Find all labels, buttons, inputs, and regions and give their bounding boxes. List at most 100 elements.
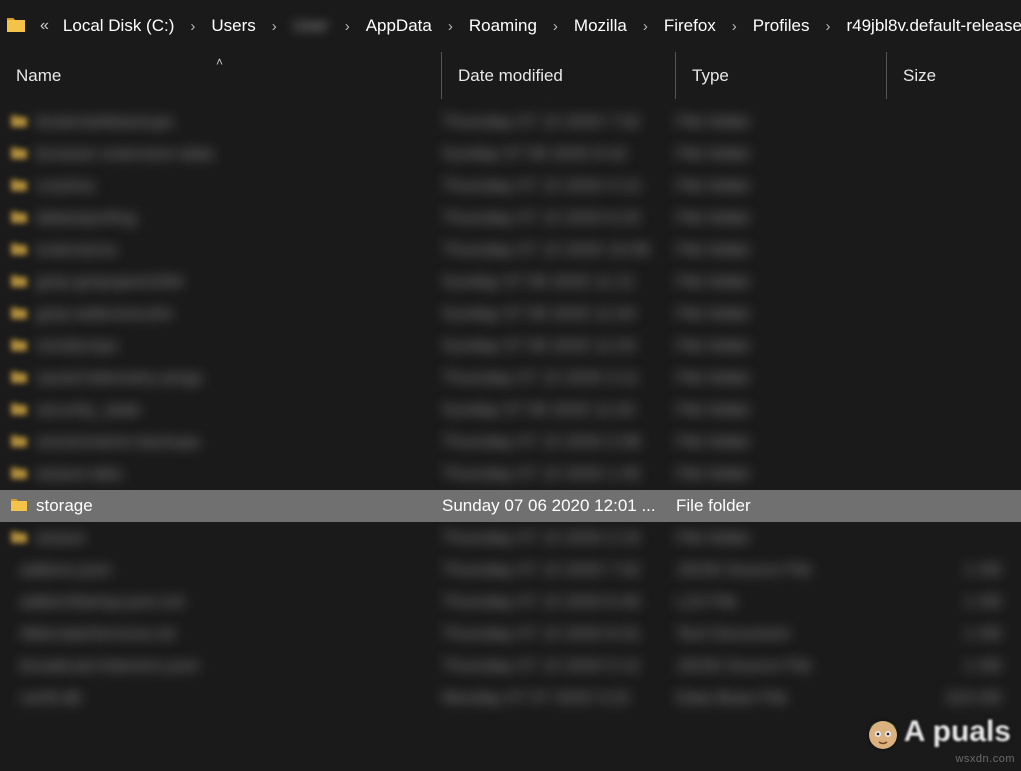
file-date: Thursday 07 13 2020 7:52 [442, 112, 676, 132]
file-row[interactable]: sessionstore-backupsThursday 07 13 2020 … [0, 426, 1021, 458]
cell-name: minidumps [10, 336, 442, 357]
folder-icon [10, 368, 36, 389]
file-date: Monday 07 07 2020 3:22 [442, 688, 676, 708]
file-size: 1 KB [887, 624, 1021, 644]
column-header-name-label: Name [16, 66, 61, 86]
file-type: File folder [676, 528, 887, 548]
file-type: File folder [676, 336, 887, 356]
file-row[interactable]: broadcast-listeners.jsonThursday 07 13 2… [0, 650, 1021, 682]
mascot-icon [862, 711, 904, 753]
breadcrumb-item-firefox[interactable]: Firefox [660, 16, 720, 36]
file-type: File folder [676, 496, 887, 516]
folder-icon [6, 15, 30, 38]
breadcrumb-item-roaming[interactable]: Roaming [465, 16, 541, 36]
chevron-right-icon[interactable]: › [260, 18, 289, 35]
file-row[interactable]: storage Sunday 07 06 2020 12:01 ...File f… [0, 490, 1021, 522]
file-row[interactable]: addonStartup.json.lz4 Thursday 07 13 2020… [0, 586, 1021, 618]
file-row[interactable]: bookmarkbackupsThursday 07 13 2020 7:52F… [0, 106, 1021, 138]
file-size: 1 KB [887, 592, 1021, 612]
file-row[interactable]: gmp-gmpopenh264Sunday 07 06 2020 11:21Fi… [0, 266, 1021, 298]
file-type: File folder [676, 464, 887, 484]
file-name: minidumps [36, 336, 118, 356]
file-row[interactable]: addons.jsonThursday 07 13 2020 7:52JSON … [0, 554, 1021, 586]
file-name: datareporting [36, 208, 136, 228]
breadcrumb-item-users[interactable]: Users [207, 16, 259, 36]
breadcrumb-item-disk[interactable]: Local Disk (C:) [59, 16, 178, 36]
column-header-type-label: Type [692, 66, 729, 86]
file-date: Thursday 07 13 2020 6:25 [442, 208, 676, 228]
column-header-date[interactable]: Date modified [442, 52, 676, 99]
file-name: addons.json [20, 560, 112, 580]
file-date: Thursday 07 13 2020 3:11 [442, 368, 676, 388]
file-date: Thursday 07 13 2020 1:45 [442, 464, 676, 484]
file-date: Sunday 07 06 2020 11:03 [442, 336, 676, 356]
breadcrumb-item-mozilla[interactable]: Mozilla [570, 16, 631, 36]
breadcrumb-item-profiles[interactable]: Profiles [749, 16, 814, 36]
site-logo-text: A puals [904, 715, 1011, 749]
file-type: JSON Source File [676, 560, 887, 580]
file-name: security_state [36, 400, 141, 420]
cell-name: AlternateServices.txt [10, 624, 442, 644]
file-row[interactable]: security_stateSunday 07 06 2020 11:02Fil… [0, 394, 1021, 426]
column-header-name[interactable]: Name ˄ [0, 52, 442, 99]
chevron-right-icon[interactable]: › [436, 18, 465, 35]
file-row[interactable]: cert9.dbMonday 07 07 2020 3:22Data Base … [0, 682, 1021, 714]
file-row[interactable]: minidumps Sunday 07 06 2020 11:03File fol… [0, 330, 1021, 362]
file-name: addonStartup.json.lz4 [20, 592, 184, 612]
column-header-size[interactable]: Size [887, 52, 1021, 99]
chevron-right-icon[interactable]: › [631, 18, 660, 35]
file-date: Sunday 07 06 2020 12:01 ... [442, 496, 676, 516]
file-row[interactable]: AlternateServices.txtThursday 07 13 2020… [0, 618, 1021, 650]
file-name: weave-tabs [36, 464, 123, 484]
folder-icon [10, 464, 36, 485]
chevron-right-icon[interactable]: › [178, 18, 207, 35]
file-date: Sunday 07 06 2020 9:42 [442, 144, 676, 164]
file-date: Thursday 07 13 2020 10:06 [442, 240, 676, 260]
file-name: sessionstore-backups [36, 432, 200, 452]
file-type: File folder [676, 144, 887, 164]
breadcrumb-item-username[interactable]: User [289, 16, 333, 36]
chevron-right-icon[interactable]: › [541, 18, 570, 35]
file-date: Thursday 07 13 2020 4:13 [442, 176, 676, 196]
file-type: Text Document [676, 624, 887, 644]
cell-name: weave-tabs [10, 464, 442, 485]
file-type: File folder [676, 304, 887, 324]
file-date: Sunday 07 06 2020 11:04 [442, 304, 676, 324]
chevron-right-icon[interactable]: › [333, 18, 362, 35]
folder-icon [10, 400, 36, 421]
cell-name: storage [10, 496, 442, 517]
file-name: gmp-gmpopenh264 [36, 272, 183, 292]
file-row[interactable]: weaveThursday 07 13 2020 2:15File folder [0, 522, 1021, 554]
file-row[interactable]: browser-extension-data Sunday 07 06 2020 … [0, 138, 1021, 170]
file-row[interactable]: datareportingThursday 07 13 2020 6:25Fil… [0, 202, 1021, 234]
chevron-right-icon[interactable]: › [813, 18, 842, 35]
folder-icon [10, 528, 36, 549]
file-size: 224 KB [887, 688, 1021, 708]
file-name: storage [36, 496, 93, 516]
file-row[interactable]: saved-telemetry-pingsThursday 07 13 2020… [0, 362, 1021, 394]
file-row[interactable]: weave-tabs Thursday 07 13 2020 1:45File f… [0, 458, 1021, 490]
breadcrumb-item-appdata[interactable]: AppData [362, 16, 436, 36]
file-row[interactable]: extensionsThursday 07 13 2020 10:06File … [0, 234, 1021, 266]
file-name: AlternateServices.txt [20, 624, 176, 644]
file-name: bookmarkbackups [36, 112, 174, 132]
cell-name: gmp-widevinecdm [10, 304, 442, 325]
file-size: 1 KB [887, 560, 1021, 580]
cell-name: extensions [10, 240, 442, 261]
file-size: 1 KB [887, 656, 1021, 676]
file-row[interactable]: crashesThursday 07 13 2020 4:13File fold… [0, 170, 1021, 202]
chevron-right-icon[interactable]: › [720, 18, 749, 35]
file-type: File folder [676, 240, 887, 260]
cell-name: cert9.db [10, 688, 442, 708]
file-date: Thursday 07 13 2020 6:40 [442, 592, 676, 612]
folder-icon [10, 304, 36, 325]
column-header-size-label: Size [903, 66, 936, 86]
file-name: browser-extension-data [36, 144, 214, 164]
breadcrumb-overflow[interactable]: « [30, 17, 59, 35]
breadcrumb: « Local Disk (C:) › Users › User › AppDa… [0, 0, 1021, 52]
folder-icon [10, 208, 36, 229]
file-type: File folder [676, 176, 887, 196]
breadcrumb-item-profile-folder[interactable]: r49jbl8v.default-release [842, 16, 1021, 36]
file-row[interactable]: gmp-widevinecdmSunday 07 06 2020 11:04Fi… [0, 298, 1021, 330]
column-header-type[interactable]: Type [676, 52, 887, 99]
